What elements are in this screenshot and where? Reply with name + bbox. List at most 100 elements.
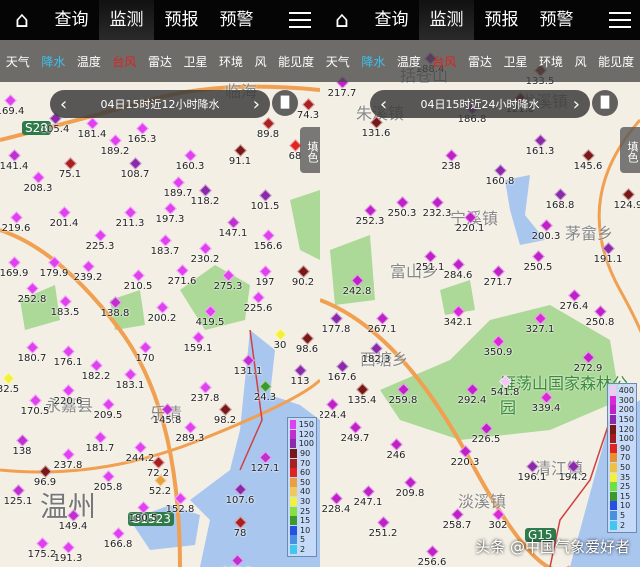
station-value: 259.8 <box>388 395 418 406</box>
bar-chart-icon[interactable]: ▐▌ <box>592 90 618 116</box>
legend-label: 120 <box>618 424 634 434</box>
legend-swatch <box>290 458 297 468</box>
nav-tab[interactable]: 预报 <box>474 0 529 40</box>
legend-row: 90 <box>610 443 634 454</box>
station-value: 180.7 <box>17 353 47 364</box>
station-value: 105.4 <box>40 124 70 135</box>
station-value: 258.7 <box>442 520 472 531</box>
home-icon[interactable]: ⌂ <box>320 8 364 33</box>
station-value: 271.7 <box>483 277 513 288</box>
sub-nav: 天气 降水 温度 台风 雷达 卫星 环境风能见度 <box>0 40 320 82</box>
subnav-item[interactable]: 环境 <box>539 53 563 70</box>
station-value: 327.1 <box>525 324 555 335</box>
station-value: 131.1 <box>233 366 263 377</box>
time-title: 04日15时近12小时降水 <box>100 98 220 111</box>
subnav-item[interactable]: 卫星 <box>504 53 528 70</box>
station-value: 90.2 <box>291 277 315 288</box>
subnav-item[interactable]: 能见度 <box>278 53 314 70</box>
subnav-item[interactable]: 风 <box>575 53 587 70</box>
station-value: 256.6 <box>417 557 447 567</box>
legend-row: 10 <box>610 501 634 511</box>
subnav-item[interactable]: 降水 <box>41 53 65 70</box>
nav-tab[interactable]: 查询 <box>364 0 419 40</box>
legend-row: 10 <box>290 525 314 536</box>
map-base[interactable] <box>320 0 640 567</box>
legend-label: 5 <box>620 511 626 521</box>
fill-color-button[interactable]: 填色 <box>300 127 320 173</box>
station-value: 217.7 <box>327 88 357 99</box>
legend-row: 5 <box>290 535 314 545</box>
station-value: 113 <box>290 376 310 387</box>
legend-swatch <box>290 525 297 535</box>
subnav-item[interactable]: 降水 <box>361 53 385 70</box>
subnav-item[interactable]: 温度 <box>397 53 421 70</box>
nav-tab[interactable]: 监测 <box>99 0 154 40</box>
legend-row: 2 <box>610 520 634 530</box>
station-value: 220.1 <box>455 223 485 234</box>
station-value: 200.3 <box>531 231 561 242</box>
station-value: 160.3 <box>175 161 205 172</box>
next-arrow-icon[interactable]: › <box>573 94 580 115</box>
station-value: 176.1 <box>53 357 83 368</box>
bar-chart-icon[interactable]: ▐▌ <box>272 90 298 116</box>
nav-tab[interactable]: 查询 <box>44 0 99 40</box>
station-value: 96.9 <box>33 477 57 488</box>
subnav-item[interactable]: 天气 <box>326 53 350 70</box>
legend-swatch <box>610 443 617 453</box>
station-value: 75.1 <box>58 169 82 180</box>
legend-row: 100 <box>290 439 314 449</box>
home-icon[interactable]: ⌂ <box>0 8 44 33</box>
legend-row: 15 <box>610 491 634 502</box>
subnav-item[interactable]: 天气 <box>6 53 30 70</box>
fill-color-button[interactable]: 填色 <box>620 127 640 173</box>
legend-row: 30 <box>290 497 314 507</box>
nav-tab[interactable]: 预报 <box>154 0 209 40</box>
station-value: 419.5 <box>195 317 225 328</box>
prev-arrow-icon[interactable]: ‹ <box>60 94 67 115</box>
legend-row: 200 <box>610 405 634 415</box>
station-value: 289.3 <box>175 433 205 444</box>
subnav-item[interactable]: 雷达 <box>468 53 492 70</box>
legend-label: 150 <box>298 420 314 430</box>
nav-tab[interactable]: 监测 <box>419 0 474 40</box>
station-value: 238 <box>441 161 461 172</box>
subnav-item[interactable]: 风 <box>255 53 267 70</box>
subnav-item[interactable]: 环境 <box>219 53 243 70</box>
menu-icon[interactable] <box>600 12 640 28</box>
menu-icon[interactable] <box>280 12 320 28</box>
nav-tab[interactable]: 预警 <box>209 0 264 40</box>
subnav-item[interactable]: 台风 <box>432 53 456 70</box>
station-value: 161.3 <box>525 146 555 157</box>
subnav-item[interactable]: 温度 <box>77 53 101 70</box>
station-value: 209.5 <box>93 410 123 421</box>
station-value: 181.4 <box>77 129 107 140</box>
legend-label: 90 <box>300 449 311 459</box>
subnav-item[interactable]: 卫星 <box>184 53 208 70</box>
legend-row: 25 <box>290 506 314 516</box>
subnav-item[interactable]: 雷达 <box>148 53 172 70</box>
station-value: 135.4 <box>347 395 377 406</box>
panel-12h: 温州永嘉县乐清临海S28G1523169.4105.4181.4165.389.… <box>0 0 320 567</box>
station-value: 145.6 <box>573 161 603 172</box>
nav-tab[interactable]: 预警 <box>529 0 584 40</box>
next-arrow-icon[interactable]: › <box>253 94 260 115</box>
legend-label: 60 <box>300 468 311 478</box>
station-value: 183.1 <box>115 380 145 391</box>
station-value: 211.3 <box>115 218 145 229</box>
subnav-item[interactable]: 台风 <box>112 53 136 70</box>
place-label: 温州 <box>40 490 97 523</box>
station-value: 179.9 <box>39 268 69 279</box>
legend-row: 150 <box>290 420 314 430</box>
place-label: 茅畲乡 <box>565 224 614 243</box>
station-value: 166.8 <box>103 539 133 550</box>
station-value: 147.1 <box>218 228 248 239</box>
legend-swatch <box>290 429 296 439</box>
subnav-item[interactable]: 能见度 <box>598 53 634 70</box>
legend-swatch <box>290 468 297 478</box>
legend-label: 70 <box>300 458 311 468</box>
legend-label: 30 <box>300 497 311 507</box>
prev-arrow-icon[interactable]: ‹ <box>380 94 387 115</box>
sub-nav: 天气 降水 温度 台风 雷达 卫星 环境风能见度 <box>320 40 640 82</box>
station-value: 239.2 <box>73 272 103 283</box>
station-value: 52.2 <box>148 486 172 497</box>
